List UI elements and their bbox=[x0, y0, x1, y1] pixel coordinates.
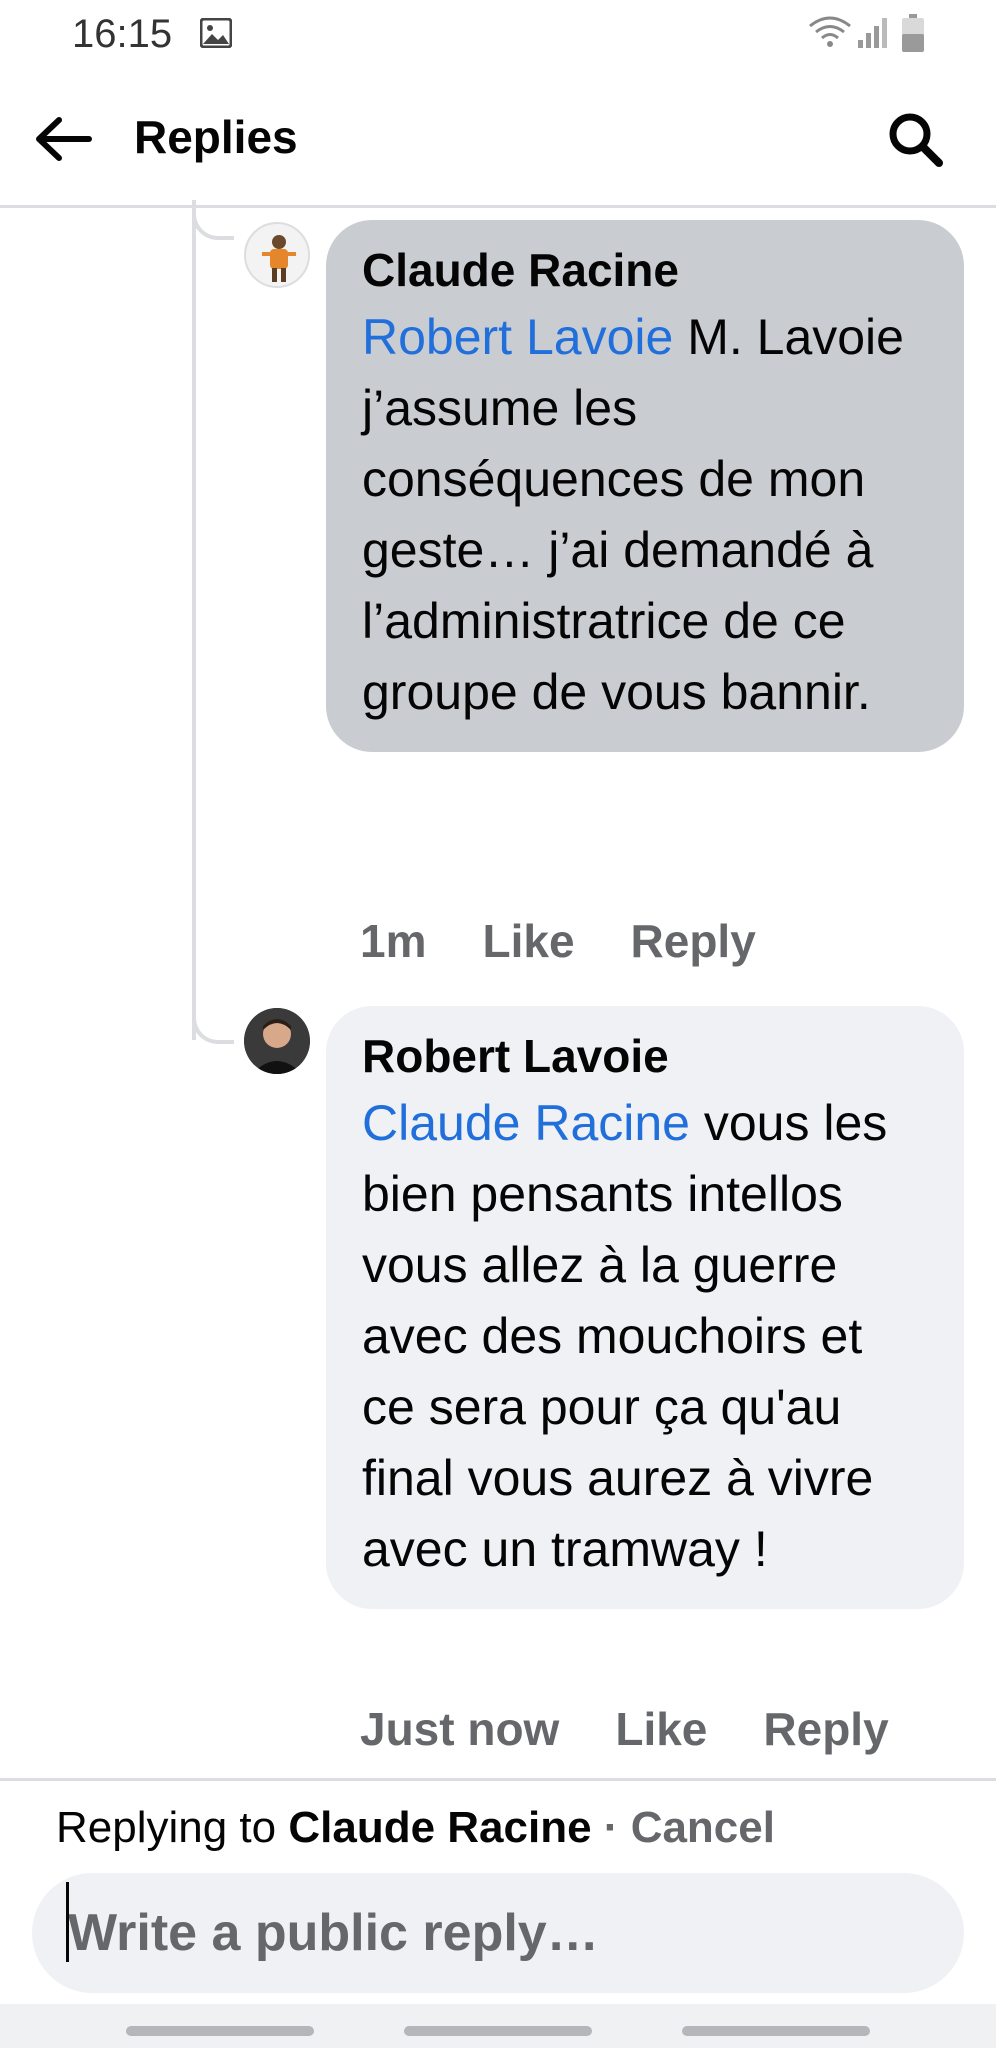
comment-bubble[interactable]: Claude Racine Robert Lavoie M. Lavoie j’… bbox=[326, 220, 964, 752]
comment-body: vous les bien pensants intellos vous all… bbox=[362, 1095, 888, 1577]
like-button[interactable]: Like bbox=[482, 914, 574, 968]
reply-button[interactable]: Reply bbox=[763, 1702, 888, 1756]
status-time: 16:15 bbox=[72, 12, 173, 56]
comment-time: 1m bbox=[360, 915, 427, 967]
mention-link[interactable]: Robert Lavoie bbox=[362, 309, 673, 365]
page-title: Replies bbox=[134, 111, 298, 163]
reply-composer: Replying to Claude Racine · Cancel bbox=[0, 1778, 996, 2000]
replying-prefix: Replying to bbox=[56, 1803, 289, 1852]
signal-icon bbox=[858, 18, 887, 48]
comment-body: M. Lavoie j’assume les conséquences de m… bbox=[362, 309, 904, 720]
thread-connector bbox=[192, 200, 234, 240]
wifi-icon bbox=[809, 16, 851, 47]
text-caret bbox=[66, 1882, 69, 1962]
battery-icon bbox=[902, 14, 924, 52]
reply-input[interactable] bbox=[32, 1873, 964, 1993]
status-bar: 16:15 bbox=[0, 0, 996, 70]
header: Replies bbox=[0, 70, 996, 208]
search-button[interactable] bbox=[880, 104, 950, 174]
comment-time: Just now bbox=[360, 1703, 560, 1755]
avatar-image bbox=[244, 1008, 310, 1074]
avatar[interactable] bbox=[244, 222, 310, 288]
nav-recents-handle[interactable] bbox=[126, 2026, 314, 2036]
cancel-button[interactable]: Cancel bbox=[631, 1803, 775, 1852]
thread-connector bbox=[192, 1004, 234, 1044]
reply-button[interactable]: Reply bbox=[631, 914, 756, 968]
system-nav-bar bbox=[0, 2004, 996, 2048]
replying-name: Claude Racine bbox=[288, 1803, 592, 1852]
mention-link[interactable]: Claude Racine bbox=[362, 1095, 690, 1151]
back-button[interactable] bbox=[28, 104, 98, 174]
comment-text: Robert Lavoie M. Lavoie j’assume les con… bbox=[362, 302, 928, 728]
replying-to-label: Replying to Claude Racine · Cancel bbox=[56, 1803, 775, 1853]
arrow-left-icon bbox=[36, 117, 92, 161]
comment-actions: 1m Like Reply bbox=[360, 914, 812, 968]
avatar[interactable] bbox=[244, 1008, 310, 1074]
thread-line bbox=[192, 208, 196, 1040]
comment-text: Claude Racine vous les bien pensants int… bbox=[362, 1088, 928, 1585]
separator: · bbox=[591, 1803, 631, 1852]
nav-home-handle[interactable] bbox=[404, 2026, 592, 2036]
comment-bubble[interactable]: Robert Lavoie Claude Racine vous les bie… bbox=[326, 1006, 964, 1609]
like-button[interactable]: Like bbox=[615, 1702, 707, 1756]
comment-author[interactable]: Claude Racine bbox=[362, 238, 928, 302]
comment-actions: Just now Like Reply bbox=[360, 1702, 945, 1756]
gallery-icon bbox=[200, 18, 232, 48]
nav-back-handle[interactable] bbox=[682, 2026, 870, 2036]
search-icon bbox=[889, 113, 943, 167]
comment-author[interactable]: Robert Lavoie bbox=[362, 1024, 928, 1088]
avatar-image bbox=[246, 224, 308, 286]
